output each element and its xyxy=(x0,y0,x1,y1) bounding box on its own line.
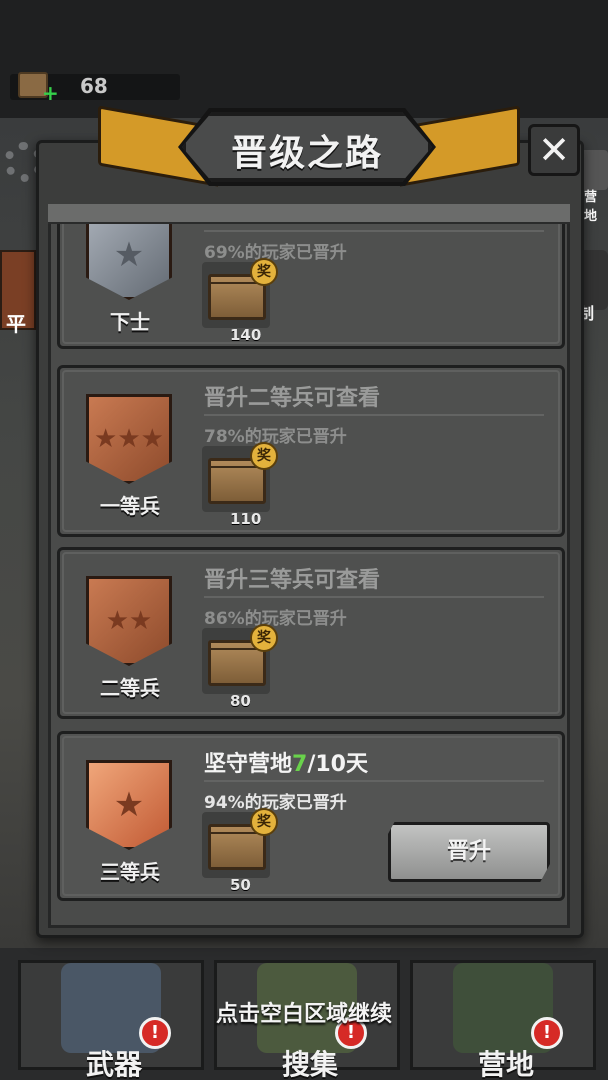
rank-name: 下士 xyxy=(110,310,150,334)
dialog-title: 晋级之路 xyxy=(230,133,383,174)
list-top-edge xyxy=(48,204,570,224)
rank-list[interactable]: ★ 下士 晋升一等兵可查看 69%的玩家已晋升 奖 140 ★★★ 一等兵 晋升… xyxy=(48,204,570,928)
requirement-progress: 7 xyxy=(292,752,308,777)
close-button[interactable]: ✕ xyxy=(528,124,580,176)
reward-count: 50 xyxy=(230,876,251,894)
star-icon: ★ xyxy=(113,785,145,825)
add-icon[interactable]: + xyxy=(42,83,59,103)
reward-tag-icon: 奖 xyxy=(250,808,278,836)
rank-card-corporal: ★ 下士 晋升一等兵可查看 69%的玩家已晋升 奖 140 xyxy=(57,207,565,349)
rank-percent: 78%的玩家已晋升 xyxy=(204,427,347,447)
rank-name: 三等兵 xyxy=(100,860,160,884)
reward-count: 80 xyxy=(230,692,251,710)
rank-percent: 94%的玩家已晋升 xyxy=(204,793,347,813)
reward-count: 110 xyxy=(230,510,262,528)
rank-card-private-first-class: ★★★ 一等兵 晋升二等兵可查看 78%的玩家已晋升 奖 110 xyxy=(57,365,565,537)
rank-percent: 69%的玩家已晋升 xyxy=(204,243,347,263)
reward-tag-icon: 奖 xyxy=(250,624,278,652)
reward-tag-icon: 奖 xyxy=(250,258,278,286)
close-icon: ✕ xyxy=(538,128,570,172)
camp-shortcut-icon xyxy=(580,150,608,190)
rank-requirement: 晋升二等兵可查看 xyxy=(204,386,381,411)
promote-button[interactable]: 晋升 xyxy=(388,822,550,882)
rank-name: 一等兵 xyxy=(100,494,160,518)
rank-card-private-second-class: ★★ 二等兵 晋升三等兵可查看 86%的玩家已晋升 奖 80 xyxy=(57,547,565,719)
rank-requirement: 坚守营地7/10天 xyxy=(204,752,368,777)
camp-shortcut-label: 营地 xyxy=(584,190,598,224)
nav-label: 营地 xyxy=(477,1048,534,1080)
rank-percent: 86%的玩家已晋升 xyxy=(204,609,347,629)
reward-count: 140 xyxy=(230,326,262,344)
reward-tag-icon: 奖 xyxy=(250,442,278,470)
side-button-left-label: 平 xyxy=(6,312,26,336)
rank-card-private-third-class: ★ 三等兵 坚守营地7/10天 94%的玩家已晋升 奖 50 晋升 xyxy=(57,731,565,901)
top-bar xyxy=(0,0,608,118)
star-icon: ★★ xyxy=(105,606,153,636)
nav-label: 搜集 xyxy=(281,1048,338,1080)
rank-requirement: 晋升三等兵可查看 xyxy=(204,568,381,593)
continue-hint[interactable]: 点击空白区域继续 xyxy=(0,996,608,1028)
crate-count: 68 xyxy=(80,74,108,98)
rank-name: 二等兵 xyxy=(100,676,160,700)
star-icon: ★★★ xyxy=(94,424,164,454)
nav-label: 武器 xyxy=(85,1048,142,1080)
